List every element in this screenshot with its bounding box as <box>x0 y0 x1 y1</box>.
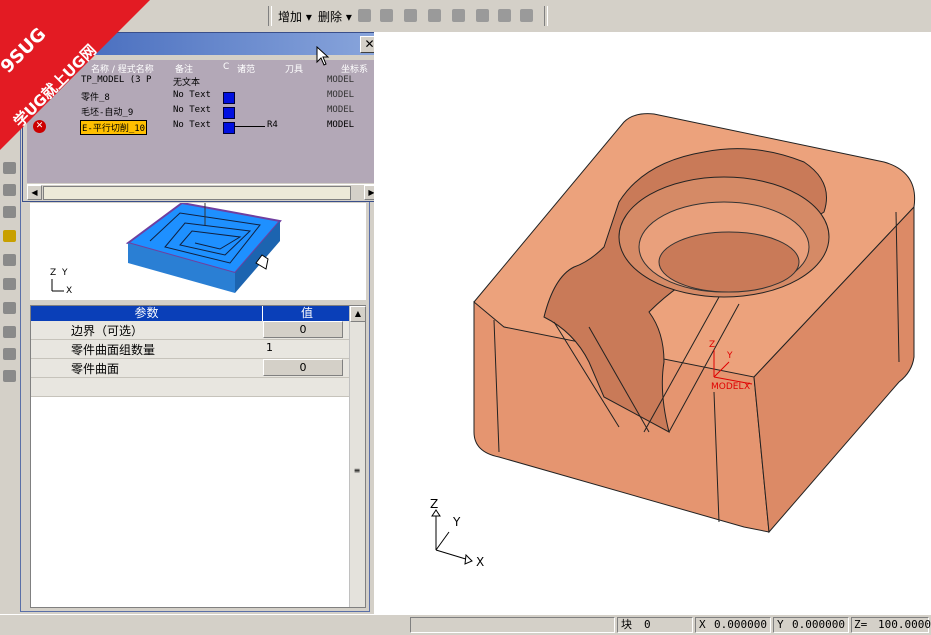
preview-axis-y: Y <box>61 268 68 278</box>
part-model: Z Y MODEL X Z Y X <box>430 113 916 569</box>
scroll-grip-icon[interactable]: ≡ <box>351 466 363 478</box>
toolbar-tool-7-icon[interactable] <box>498 9 511 22</box>
param-row[interactable]: 零件曲面 0 <box>31 359 351 378</box>
y-value: 0.000000 <box>792 618 845 631</box>
status-square-icon <box>223 122 235 134</box>
toolbar-tool-5-icon[interactable] <box>452 9 465 22</box>
watermark-logo: 9SUG 学UG就上UG网 <box>0 0 150 150</box>
toolbar-tool-2-icon[interactable] <box>380 9 393 22</box>
param-label: 零件曲面组数量 <box>71 343 156 357</box>
toolbar-tool-3-icon[interactable] <box>404 9 417 22</box>
toolbar-tool-6-icon[interactable] <box>476 9 489 22</box>
param-header: 参数 <box>31 306 262 321</box>
toolbar-tool-8-icon[interactable] <box>520 9 533 22</box>
value-header: 值 <box>263 306 351 321</box>
tool-link-line <box>235 126 265 127</box>
delete-menu[interactable]: 删除 ▾ <box>318 8 352 25</box>
scroll-up-icon[interactable]: ▲ <box>350 306 366 322</box>
param-row[interactable]: 零件曲面组数量 1 <box>31 340 351 359</box>
row-note: No Text <box>173 105 211 115</box>
strip-tool-7-icon[interactable] <box>3 302 16 314</box>
triad-y-label: Y <box>452 515 461 529</box>
row-csys: MODEL <box>327 75 355 85</box>
delete-menu-label: 删除 <box>318 10 343 24</box>
z-label: Z= <box>854 618 868 631</box>
row-note: No Text <box>173 90 211 100</box>
mcs-label: MODEL <box>711 382 743 392</box>
toolbar-separator <box>268 6 272 26</box>
param-row-empty <box>31 378 351 397</box>
add-menu[interactable]: 增加 ▾ <box>278 8 312 25</box>
mcs-axis-y: Y <box>726 351 733 361</box>
preview-axis-x: X <box>66 286 72 296</box>
x-value: 0.000000 <box>714 618 767 631</box>
params-vertical-scrollbar[interactable]: ▲ ≡ <box>349 306 366 607</box>
status-square-icon <box>223 92 235 104</box>
navigator-horizontal-scrollbar[interactable]: ◀ ▶ <box>27 184 379 200</box>
block-label: 块 <box>621 618 632 631</box>
triad-z-label: Z <box>430 497 438 511</box>
row-note: No Text <box>173 120 211 130</box>
status-message-field <box>410 617 615 633</box>
block-value: 0 <box>644 618 651 631</box>
strip-tool-6-icon[interactable] <box>3 278 16 290</box>
world-triad: Z Y X <box>430 497 484 569</box>
col-c-header[interactable]: C <box>223 62 229 72</box>
mouse-cursor-icon <box>316 46 330 66</box>
row-tool: R4 <box>267 120 278 130</box>
param-label: 零件曲面 <box>71 362 120 376</box>
z-value: 100.0000 <box>878 618 931 631</box>
part-surface-value-button[interactable]: 0 <box>263 359 343 376</box>
status-bar: 块 0 X 0.000000 Y 0.000000 Z= 100.0000 <box>0 614 931 635</box>
x-coordinate-field: X 0.000000 <box>695 617 771 633</box>
boundary-value-button[interactable]: 0 <box>263 321 343 338</box>
toolbar-tool-1-icon[interactable] <box>358 9 371 22</box>
toolbar-tool-4-icon[interactable] <box>428 9 441 22</box>
y-label: Y <box>777 618 784 631</box>
strip-tool-1-icon[interactable] <box>3 162 16 174</box>
parameters-table: 参数 值 边界（可选） 0 零件曲面组数量 1 零件曲面 0 ▲ ≡ <box>30 305 366 608</box>
param-label: 边界（可选） <box>71 324 144 338</box>
block-field: 块 0 <box>617 617 693 633</box>
y-coordinate-field: Y 0.000000 <box>773 617 849 633</box>
mcs-axis-x: X <box>744 382 750 392</box>
strip-tool-8-icon[interactable] <box>3 326 16 338</box>
status-square-icon <box>223 107 235 119</box>
row-note: 无文本 <box>173 78 201 88</box>
toolpath-preview-graphic: Z Y X <box>50 201 282 296</box>
strip-tool-3-icon[interactable] <box>3 206 16 218</box>
scroll-thumb[interactable] <box>43 186 351 200</box>
strip-tool-4-icon[interactable] <box>3 230 16 242</box>
row-csys: MODEL <box>327 105 355 115</box>
add-menu-label: 增加 <box>278 10 303 24</box>
row-csys: MODEL <box>327 90 355 100</box>
triad-x-label: X <box>476 555 484 569</box>
z-coordinate-field: Z= 100.0000 <box>851 617 931 633</box>
param-row[interactable]: 边界（可选） 0 <box>31 321 351 340</box>
strip-tool-5-icon[interactable] <box>3 254 16 266</box>
toolbar-separator <box>544 6 548 26</box>
mcs-axis-z: Z <box>709 340 715 350</box>
strip-tool-2-icon[interactable] <box>3 184 16 196</box>
preview-axis-z: Z <box>50 268 56 278</box>
row-csys: MODEL <box>327 120 355 130</box>
strip-tool-9-icon[interactable] <box>3 348 16 360</box>
part-surface-count-value[interactable]: 1 <box>266 341 273 354</box>
strip-tool-10-icon[interactable] <box>3 370 16 382</box>
x-label: X <box>699 618 706 631</box>
scroll-left-icon[interactable]: ◀ <box>27 185 42 200</box>
graphics-viewport[interactable]: Z Y MODEL X Z Y X <box>374 32 931 614</box>
toolpath-preview: Z Y X <box>30 201 366 300</box>
